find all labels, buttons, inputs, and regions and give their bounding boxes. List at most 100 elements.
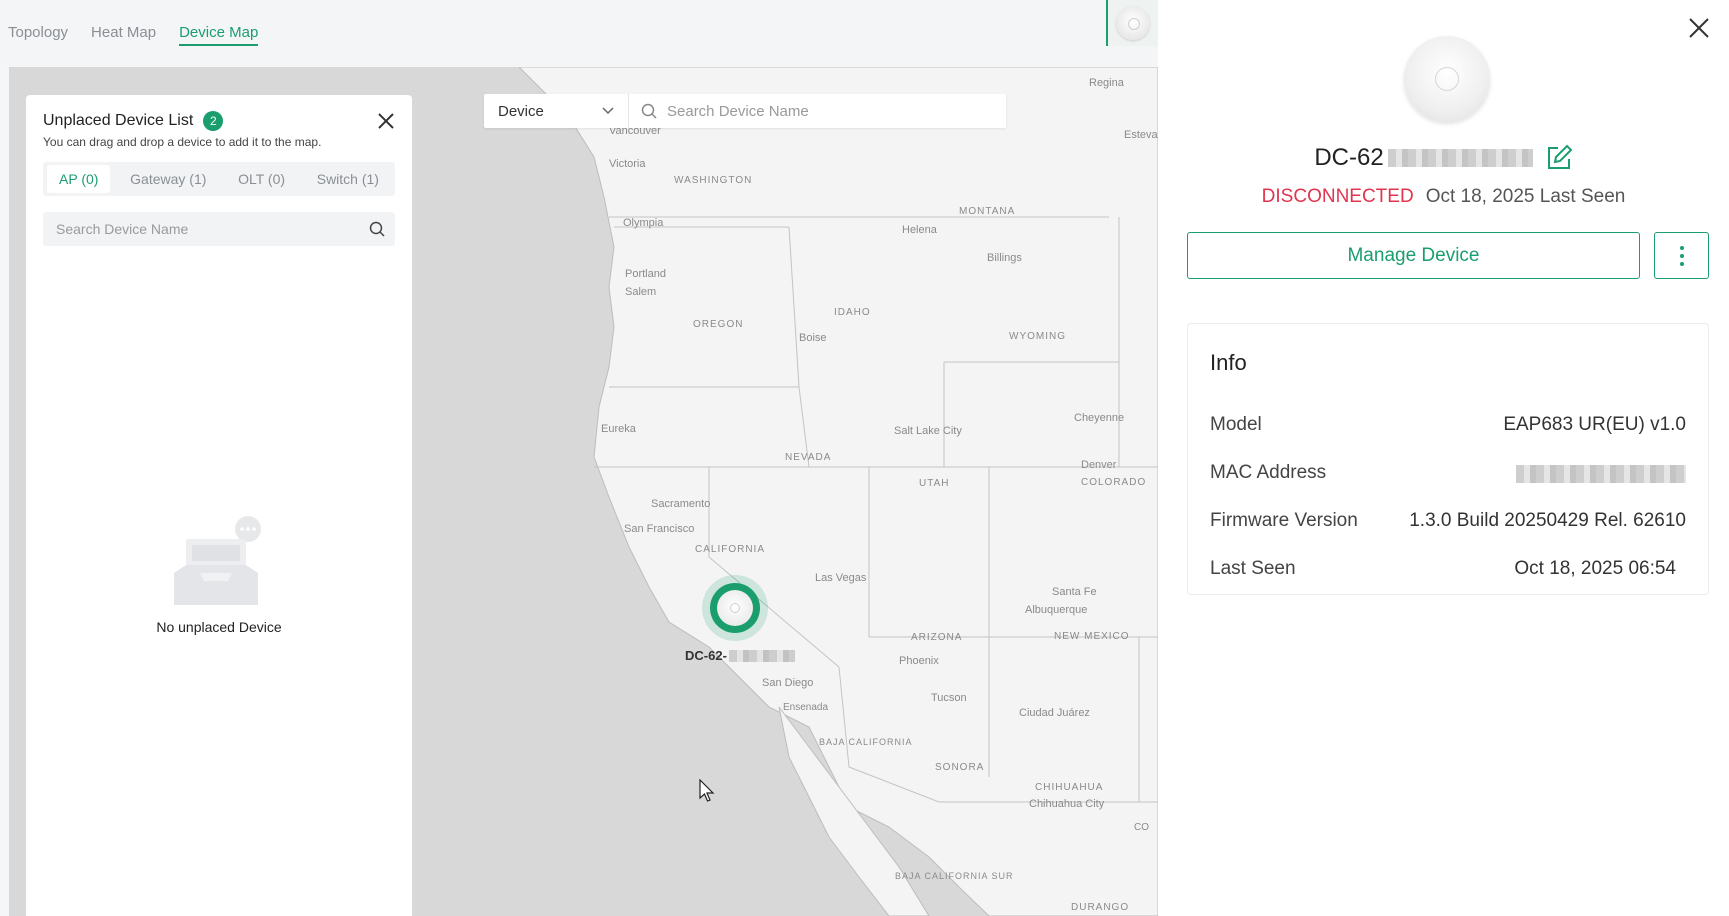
map-label: Salt Lake City xyxy=(894,425,962,437)
unplaced-panel-title-text: Unplaced Device List xyxy=(43,112,194,129)
map-label: Santa Fe xyxy=(1052,586,1097,598)
info-row-mac: MAC Address xyxy=(1210,462,1686,484)
close-icon[interactable] xyxy=(376,111,396,131)
last-seen-text: Oct 18, 2025 Last Seen xyxy=(1425,186,1626,207)
map-label: San Francisco xyxy=(624,523,694,535)
map-label: WASHINGTON xyxy=(674,175,752,186)
map-label: OREGON xyxy=(693,319,743,330)
map-label: UTAH xyxy=(919,478,949,489)
device-marker-name: DC-62- xyxy=(685,648,727,663)
mouse-cursor-icon xyxy=(699,779,715,802)
unplaced-panel-title: Unplaced Device List 2 xyxy=(43,111,224,131)
tab-heat-map[interactable]: Heat Map xyxy=(91,24,156,46)
info-label: Last Seen xyxy=(1210,558,1296,579)
map-label: BAJA CALIFORNIA SUR xyxy=(895,871,1014,881)
map-label: CHIHUAHUA xyxy=(1035,782,1103,793)
map-label: Sacramento xyxy=(651,498,710,510)
map-label: Regina xyxy=(1089,77,1125,89)
top-bar: Topology Heat Map Device Map xyxy=(0,0,1158,66)
redacted-text xyxy=(1387,149,1533,167)
info-row-last-seen: Last Seen Oct 18, 2025 06:54 xyxy=(1210,558,1686,580)
map-search-input[interactable]: Search Device Name xyxy=(629,103,1006,120)
empty-inbox-icon xyxy=(174,516,261,605)
info-card: Info Model EAP683 UR(EU) v1.0 MAC Addres… xyxy=(1187,323,1709,595)
info-row-model: Model EAP683 UR(EU) v1.0 xyxy=(1210,414,1686,436)
search-icon xyxy=(641,103,657,119)
view-tabs: Topology Heat Map Device Map xyxy=(8,24,259,46)
map-label: Chihuahua City xyxy=(1029,798,1105,810)
unplaced-device-panel: Unplaced Device List 2 You can drag and … xyxy=(26,95,412,916)
redacted-text xyxy=(1516,465,1686,483)
map-label: CO xyxy=(1134,822,1149,833)
map-label: WYOMING xyxy=(1009,331,1066,342)
info-value: EAP683 UR(EU) v1.0 xyxy=(1503,414,1686,435)
empty-state: No unplaced Device xyxy=(26,515,412,635)
segment-ap[interactable]: AP (0) xyxy=(47,165,111,193)
device-status-line: DISCONNECTED Oct 18, 2025 Last Seen xyxy=(1158,186,1729,208)
map-label: Boise xyxy=(799,332,827,344)
device-type-select[interactable]: Device xyxy=(484,94,629,128)
selected-device-thumbnail[interactable] xyxy=(1106,0,1158,46)
map-label: DURANGO xyxy=(1071,902,1129,913)
map-label: Salem xyxy=(625,286,656,298)
info-row-firmware: Firmware Version 1.3.0 Build 20250429 Re… xyxy=(1210,510,1686,532)
map-label: Ensenada xyxy=(783,702,828,713)
map-label: SONORA xyxy=(935,762,984,773)
empty-state-text: No unplaced Device xyxy=(156,619,282,635)
access-point-icon xyxy=(717,590,753,626)
device-image xyxy=(1404,36,1490,122)
tab-topology[interactable]: Topology xyxy=(8,24,68,46)
marker-ring xyxy=(710,583,760,633)
unplaced-panel-hint: You can drag and drop a device to add it… xyxy=(43,135,322,149)
map-label: Denver xyxy=(1081,459,1117,471)
segment-switch[interactable]: Switch (1) xyxy=(305,165,391,193)
close-icon[interactable] xyxy=(1687,16,1711,40)
manage-device-button[interactable]: Manage Device xyxy=(1187,232,1640,279)
map-label: Eureka xyxy=(601,423,637,435)
map-label: Estevan xyxy=(1124,129,1158,141)
map-label: Billings xyxy=(987,252,1022,264)
unplaced-search-placeholder: Search Device Name xyxy=(56,221,189,237)
device-type-select-value: Device xyxy=(498,102,544,120)
segment-gateway[interactable]: Gateway (1) xyxy=(118,165,218,193)
map-label: Las Vegas xyxy=(815,572,867,584)
chevron-down-icon xyxy=(602,107,614,115)
map-label: BAJA CALIFORNIA xyxy=(819,737,913,747)
device-type-segments: AP (0) Gateway (1) OLT (0) Switch (1) xyxy=(43,162,395,196)
unplaced-search-input[interactable]: Search Device Name xyxy=(43,212,395,246)
info-value: Oct 18, 2025 06:54 xyxy=(1514,558,1676,579)
map-label: NEW MEXICO xyxy=(1054,631,1130,642)
status-badge: DISCONNECTED xyxy=(1261,186,1414,207)
map-label: MONTANA xyxy=(959,206,1015,217)
map-label: ARIZONA xyxy=(911,632,962,643)
search-icon[interactable] xyxy=(369,221,385,237)
info-label: MAC Address xyxy=(1210,462,1327,483)
map-label: COLORADO xyxy=(1081,477,1146,488)
info-label: Model xyxy=(1210,414,1262,435)
map-label: Ciudad Juárez xyxy=(1019,707,1090,719)
map-label: Tucson xyxy=(931,692,967,704)
map-label: Albuquerque xyxy=(1025,604,1087,616)
more-options-button[interactable] xyxy=(1654,232,1709,279)
device-name-text: DC-62 xyxy=(1314,144,1384,171)
info-title: Info xyxy=(1210,350,1247,375)
edit-icon[interactable] xyxy=(1545,144,1573,172)
map-label: Olympia xyxy=(623,217,664,229)
device-name: DC-62 xyxy=(1158,144,1729,172)
info-value: 1.3.0 Build 20250429 Rel. 62610 xyxy=(1409,510,1686,531)
map-label: NEVADA xyxy=(785,452,831,463)
map-label: San Diego xyxy=(762,677,813,689)
tab-device-map[interactable]: Device Map xyxy=(179,24,259,46)
info-label: Firmware Version xyxy=(1210,510,1358,531)
device-marker-label: DC-62- xyxy=(685,648,795,663)
map-search-bar: Device Search Device Name xyxy=(484,94,1006,128)
map-label: Helena xyxy=(902,224,938,236)
map-label: Phoenix xyxy=(899,655,939,667)
device-map-marker[interactable] xyxy=(702,575,768,641)
segment-olt[interactable]: OLT (0) xyxy=(226,165,297,193)
more-vertical-icon xyxy=(1679,245,1684,250)
map-label: Victoria xyxy=(609,158,646,170)
map-label: Cheyenne xyxy=(1074,412,1124,424)
map-label: IDAHO xyxy=(834,307,871,318)
device-detail-panel: DC-62 DISCONNECTED Oct 18, 2025 Last See… xyxy=(1158,0,1729,916)
